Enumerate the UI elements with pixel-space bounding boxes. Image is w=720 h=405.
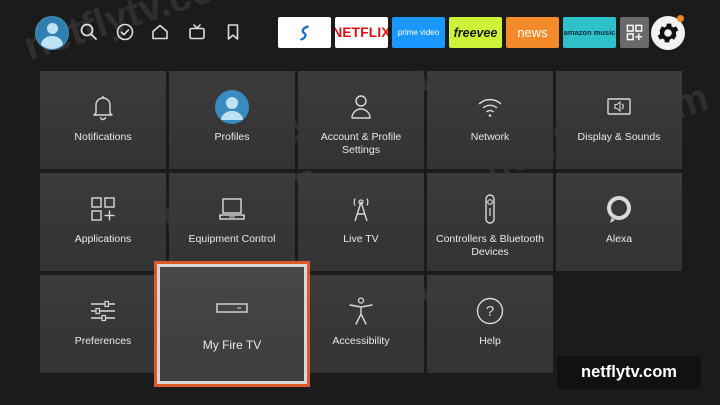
all-apps-button[interactable]	[620, 17, 649, 48]
help-icon: ?	[427, 294, 553, 328]
tile-controllers-bluetooth[interactable]: Controllers & Bluetooth Devices	[427, 173, 553, 271]
remote-icon	[427, 192, 553, 226]
display-sound-icon	[556, 90, 682, 124]
profile-avatar-button[interactable]	[36, 17, 68, 49]
accessibility-icon	[298, 294, 424, 328]
tile-alexa[interactable]: Alexa	[556, 173, 682, 271]
tile-label: Display & Sounds	[577, 131, 661, 143]
tile-label: Equipment Control	[188, 233, 276, 245]
app-tile-unknown[interactable]	[278, 17, 331, 48]
alexa-icon	[556, 192, 682, 226]
site-watermark-badge: netflytv.com	[557, 356, 701, 389]
tile-my-fire-tv[interactable]: My Fire TV	[160, 267, 304, 381]
check-circle-icon[interactable]	[115, 22, 135, 42]
tile-label: Preferences	[74, 335, 132, 347]
tile-label: Accessibility	[332, 335, 390, 347]
notification-dot	[677, 15, 684, 22]
tile-preferences[interactable]: Preferences	[40, 275, 166, 373]
fire-tv-device-icon	[160, 291, 304, 325]
app-tile-prime-video[interactable]: prime video	[392, 17, 445, 48]
tile-account-profile-settings[interactable]: Account & Profile Settings	[298, 71, 424, 169]
profile-avatar-icon	[169, 90, 295, 124]
top-navigation-bar: NETFLIX prime video freevee news amazon …	[0, 0, 720, 66]
apps-grid-icon	[626, 24, 643, 41]
tile-network[interactable]: Network	[427, 71, 553, 169]
tile-label: Applications	[74, 233, 132, 245]
app-tile-label: prime video	[397, 28, 440, 37]
tile-label: Live TV	[343, 233, 379, 245]
app-tile-news[interactable]: news	[506, 17, 559, 48]
tile-equipment-control[interactable]: Equipment Control	[169, 173, 295, 271]
tile-help[interactable]: ? Help	[427, 275, 553, 373]
home-icon[interactable]	[150, 22, 170, 42]
search-icon[interactable]	[79, 22, 99, 42]
app-tile-netflix[interactable]: NETFLIX	[335, 17, 388, 48]
bookmark-icon[interactable]	[223, 22, 243, 42]
avatar-head	[47, 23, 58, 34]
app-tile-label: NETFLIX	[335, 25, 388, 40]
tile-notifications[interactable]: Notifications	[40, 71, 166, 169]
wifi-icon	[427, 90, 553, 124]
app-tile-amazon-music[interactable]: amazon music	[563, 17, 616, 48]
tile-label: Network	[470, 131, 510, 143]
tile-applications[interactable]: Applications	[40, 173, 166, 271]
sliders-icon	[40, 294, 166, 328]
tile-label: Notifications	[74, 131, 132, 143]
tile-label: Controllers & Bluetooth Devices	[436, 233, 544, 258]
antenna-icon	[298, 192, 424, 226]
svg-text:?: ?	[486, 303, 494, 320]
app-logo-icon	[299, 25, 309, 40]
apps-grid-icon	[40, 192, 166, 226]
tile-label: Alexa	[605, 233, 633, 245]
tile-profiles[interactable]: Profiles	[169, 71, 295, 169]
tile-label: Account & Profile Settings	[320, 131, 402, 156]
app-tile-label: news	[517, 25, 548, 40]
live-tv-icon[interactable]	[187, 22, 207, 42]
tile-display-sounds[interactable]: Display & Sounds	[556, 71, 682, 169]
tile-label: My Fire TV	[202, 338, 262, 352]
app-tile-freevee[interactable]: freevee	[449, 17, 502, 48]
person-icon	[298, 90, 424, 124]
tile-label: Help	[479, 335, 501, 347]
gear-icon	[657, 23, 679, 43]
tile-accessibility[interactable]: Accessibility	[298, 275, 424, 373]
tile-label: Profiles	[214, 131, 250, 143]
tile-live-tv[interactable]: Live TV	[298, 173, 424, 271]
bell-icon	[40, 90, 166, 124]
monitor-icon	[169, 192, 295, 226]
avatar-body	[41, 36, 63, 49]
app-tile-label: amazon music	[563, 28, 616, 37]
app-tile-label: freevee	[453, 25, 498, 40]
